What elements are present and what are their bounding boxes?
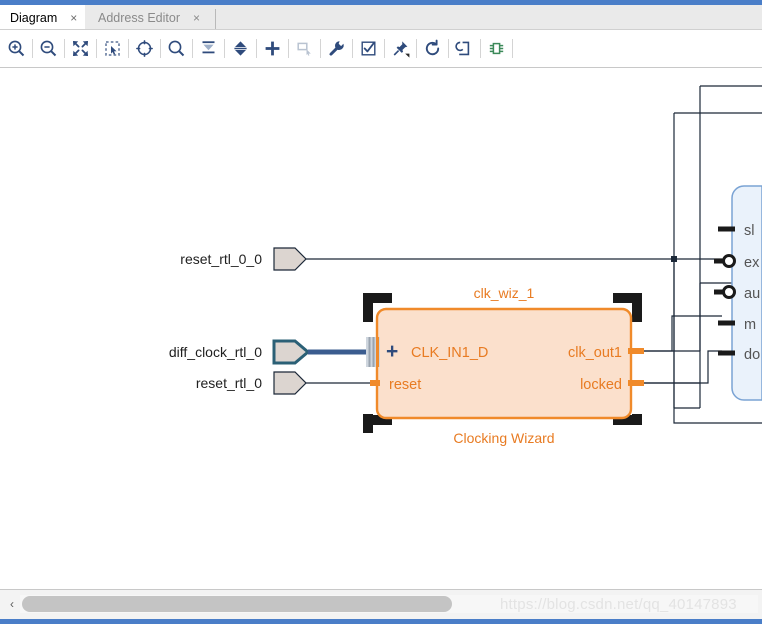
bus-interface-connector-CLK_IN1_D[interactable] <box>366 337 380 367</box>
window-bottom-accent-strip <box>0 619 762 624</box>
horizontal-scrollbar[interactable]: ‹ <box>0 589 762 620</box>
right-block-pin-label-do: do <box>744 347 760 363</box>
tab-diagram-close-icon[interactable]: × <box>70 12 77 24</box>
block-input-label-clk-in1-d: CLK_IN1_D <box>411 345 488 361</box>
refresh-icon <box>423 39 442 58</box>
right-block-pin-ex-bubble-icon[interactable] <box>722 254 736 268</box>
block-output-label-clk-out1: clk_out1 <box>568 345 622 361</box>
optimize-routing-button[interactable] <box>450 34 479 63</box>
toolbar-separator <box>352 39 353 58</box>
vivado-block-design-window: Diagram × Address Editor × reset_rtl_0_0… <box>0 0 762 624</box>
tab-diagram-label: Diagram <box>10 10 58 25</box>
external-port-reset-rtl-0[interactable]: reset_rtl_0 <box>196 371 307 395</box>
block-clk-wiz-1[interactable]: clk_wiz_1 Clocking Wizard + CLK_IN1_D re… <box>363 285 644 446</box>
zoom-selection-icon <box>103 39 122 58</box>
tab-bar: Diagram × Address Editor × <box>0 5 762 30</box>
block-design-canvas[interactable]: reset_rtl_0_0 diff_clock_rtl_0 reset_rtl… <box>0 68 762 589</box>
right-block-pin-label-m: m <box>744 317 756 333</box>
toolbar-separator <box>288 39 289 58</box>
toolbar-separator <box>160 39 161 58</box>
block-name-label: clk_wiz_1 <box>474 285 535 301</box>
block-right-clipped[interactable]: sl ex au m do <box>714 185 762 401</box>
add-ip-icon <box>263 39 282 58</box>
regenerate-layout-button[interactable] <box>418 34 447 63</box>
toolbar-separator <box>480 39 481 58</box>
validate-design-button[interactable] <box>354 34 383 63</box>
zoom-in-button[interactable] <box>2 34 31 63</box>
external-port-diff-clock-rtl-0[interactable]: diff_clock_rtl_0 <box>169 339 366 365</box>
toolbar-separator <box>416 39 417 58</box>
toolbar-separator <box>320 39 321 58</box>
bus-expander-plus-icon[interactable]: + <box>386 340 398 363</box>
expand-icon <box>231 39 250 58</box>
toolbar-separator <box>224 39 225 58</box>
toolbar-separator <box>384 39 385 58</box>
tab-diagram[interactable]: Diagram × <box>0 5 86 30</box>
tab-address-editor-label: Address Editor <box>98 10 180 25</box>
pin-icon <box>391 39 410 58</box>
toolbar-separator <box>448 39 449 58</box>
validate-check-icon <box>359 39 378 58</box>
tab-address-editor-close-icon[interactable]: × <box>193 12 200 24</box>
refit-button[interactable] <box>130 34 159 63</box>
external-port-label: reset_rtl_0_0 <box>180 251 262 267</box>
scroll-left-arrow-icon[interactable]: ‹ <box>6 597 18 611</box>
hierarchy-button[interactable] <box>482 34 511 63</box>
tab-address-editor[interactable]: Address Editor × <box>90 5 208 30</box>
external-port-reset-rtl-0-0[interactable]: reset_rtl_0_0 <box>180 247 307 271</box>
collapse-icon <box>199 39 218 58</box>
toolbar-separator <box>96 39 97 58</box>
zoom-in-icon <box>7 39 26 58</box>
toolbar-separator <box>512 39 513 58</box>
port-shape-selected <box>272 339 311 365</box>
tab-bar-divider <box>215 9 216 29</box>
right-block-pin-label-sl: sl <box>744 223 754 239</box>
toolbar-separator <box>32 39 33 58</box>
wrench-icon <box>327 39 346 58</box>
search-icon <box>167 39 186 58</box>
add-ip-button[interactable] <box>258 34 287 63</box>
right-block-pin-label-au: au <box>744 286 760 302</box>
block-input-label-reset: reset <box>389 377 421 393</box>
add-module-button[interactable] <box>290 34 319 63</box>
toolbar-separator <box>64 39 65 58</box>
zoom-fit-button[interactable] <box>66 34 95 63</box>
net-clk-out1-route <box>644 315 722 352</box>
toolbar-separator <box>128 39 129 58</box>
external-port-label: diff_clock_rtl_0 <box>169 344 262 360</box>
right-block-pin-au-bubble-icon[interactable] <box>722 285 736 299</box>
toolbar-separator <box>256 39 257 58</box>
zoom-fit-icon <box>71 39 90 58</box>
zoom-selection-button[interactable] <box>98 34 127 63</box>
pin-button[interactable] <box>386 34 415 63</box>
block-body <box>375 307 633 420</box>
block-output-label-locked: locked <box>580 377 622 393</box>
toolbar-separator <box>192 39 193 58</box>
hierarchy-icon <box>487 39 506 58</box>
net-junction-dot <box>671 256 677 262</box>
search-button[interactable] <box>162 34 191 63</box>
run-connection-automation-button[interactable] <box>322 34 351 63</box>
zoom-out-button[interactable] <box>34 34 63 63</box>
add-module-icon <box>295 39 314 58</box>
port-shape <box>273 247 307 271</box>
collapse-all-button[interactable] <box>194 34 223 63</box>
net-locked-route <box>644 350 722 384</box>
diagram-toolbar <box>0 30 762 67</box>
refit-icon <box>135 39 154 58</box>
scrollbar-thumb[interactable] <box>22 596 452 612</box>
port-shape <box>273 371 307 395</box>
expand-all-button[interactable] <box>226 34 255 63</box>
zoom-out-icon <box>39 39 58 58</box>
optimize-routing-icon <box>455 39 474 58</box>
right-block-pin-label-ex: ex <box>744 255 760 271</box>
block-subtitle-label: Clocking Wizard <box>453 430 554 446</box>
diagram-svg: reset_rtl_0_0 diff_clock_rtl_0 reset_rtl… <box>169 85 762 446</box>
external-port-label: reset_rtl_0 <box>196 375 262 391</box>
